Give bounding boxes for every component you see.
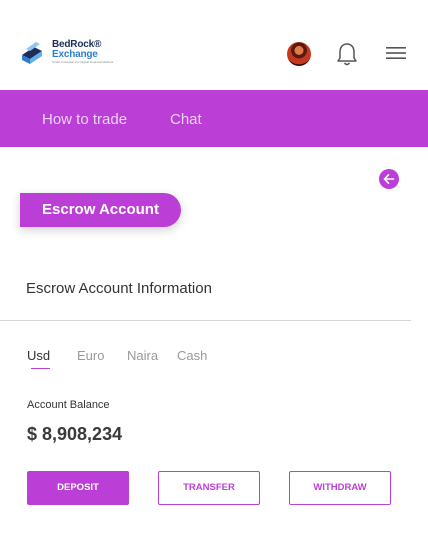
brand-logo[interactable]: BedRock® Exchange Smart Custodian For Di… [20,39,113,65]
divider [0,320,411,321]
bell-icon[interactable] [336,42,358,66]
section-title: Escrow Account Information [26,280,212,297]
app-header: BedRock® Exchange Smart Custodian For Di… [0,0,428,90]
tab-euro[interactable]: Euro [77,348,104,363]
account-balance-label: Account Balance [27,399,110,411]
hamburger-menu-icon[interactable] [386,46,406,60]
bedrock-logo-icon [22,42,42,64]
brand-subname: Exchange [52,49,98,60]
back-button[interactable] [379,169,399,189]
nav-item-how-to-trade[interactable]: How to trade [42,111,127,128]
account-balance-value: $ 8,908,234 [27,424,123,444]
deposit-button[interactable]: DEPOSIT [27,471,129,505]
transfer-button[interactable]: TRANSFER [158,471,260,505]
tab-naira[interactable]: Naira [127,348,158,363]
user-avatar[interactable] [287,42,311,66]
nav-item-chat[interactable]: Chat [170,111,202,128]
arrow-left-icon [383,174,395,184]
brand-tagline: Smart Custodian For Digital Financial Ma… [52,60,114,64]
tab-usd[interactable]: Usd [27,348,51,369]
escrow-account-badge: Escrow Account [20,193,181,227]
top-nav-bar: How to trade Chat [0,90,428,147]
withdraw-button[interactable]: WITHDRAW [289,471,391,505]
tab-cash[interactable]: Cash [177,348,207,363]
